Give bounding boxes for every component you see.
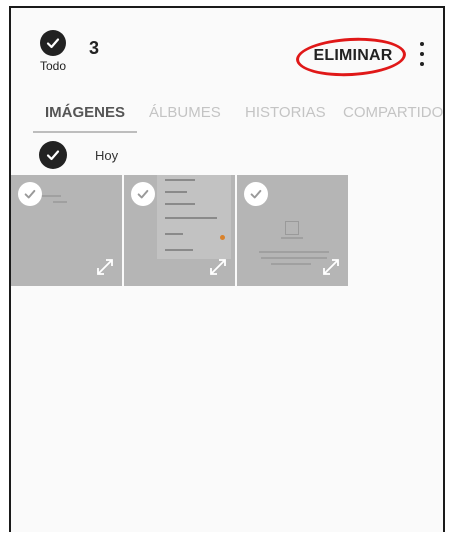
- more-options-icon[interactable]: [414, 40, 430, 68]
- tab-stories[interactable]: HISTORIAS: [245, 92, 343, 132]
- expand-icon[interactable]: [320, 256, 342, 278]
- expand-icon[interactable]: [94, 256, 116, 278]
- select-all-label: Todo: [39, 59, 67, 73]
- group-date-label: Hoy: [95, 147, 119, 163]
- delete-button[interactable]: ELIMINAR: [299, 36, 407, 76]
- gallery-screen: Todo 3 ELIMINAR IMÁGENES ÁLBUMES HISTORI…: [9, 6, 445, 532]
- check-icon[interactable]: [18, 182, 42, 206]
- thumbnail-grid: [11, 175, 350, 286]
- tab-albums[interactable]: ÁLBUMES: [149, 92, 245, 132]
- thumbnail-3[interactable]: [237, 175, 348, 286]
- check-icon[interactable]: [131, 182, 155, 206]
- thumbnail-1[interactable]: [11, 175, 122, 286]
- date-group-header: Hoy: [39, 141, 118, 169]
- tab-shared[interactable]: COMPARTIDO: [343, 92, 443, 132]
- selected-count: 3: [89, 38, 100, 58]
- group-check-icon[interactable]: [39, 141, 67, 169]
- thumbnail-2[interactable]: [124, 175, 235, 286]
- tab-bar: IMÁGENES ÁLBUMES HISTORIAS COMPARTIDO: [33, 92, 443, 133]
- expand-icon[interactable]: [207, 256, 229, 278]
- tab-images[interactable]: IMÁGENES: [33, 92, 138, 133]
- check-icon[interactable]: [244, 182, 268, 206]
- select-all-check-icon: [40, 30, 66, 56]
- select-all-toggle[interactable]: Todo: [33, 30, 73, 73]
- thumbnail-preview: [157, 175, 231, 259]
